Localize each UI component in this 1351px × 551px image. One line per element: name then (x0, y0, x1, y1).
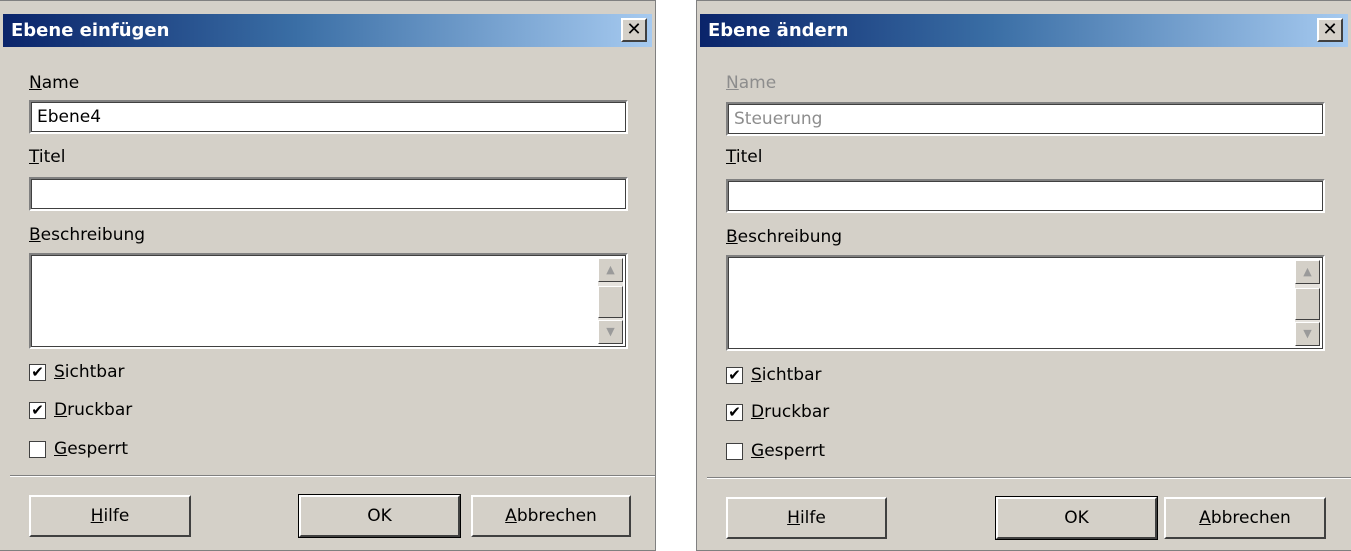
checkbox-checked-icon[interactable]: ✔ (29, 401, 46, 419)
printable-checkbox[interactable]: ✔ Druckbar (726, 400, 829, 424)
checkbox-checked-icon[interactable]: ✔ (726, 403, 743, 421)
dialog-titlebar: Ebene ändern ✕ (700, 14, 1348, 47)
dialog-title: Ebene einfügen (11, 20, 170, 41)
modify-layer-dialog: Ebene ändern ✕ Name Steuerung Titel Besc… (696, 0, 1351, 551)
locked-label: Gesperrt (751, 441, 826, 461)
name-label: Name (29, 73, 80, 93)
scroll-down-icon[interactable]: ▼ (1295, 322, 1320, 346)
description-textarea[interactable]: ▲ ▼ (726, 255, 1325, 351)
visible-label: Sichtbar (751, 365, 822, 385)
button-separator (10, 475, 655, 477)
name-input[interactable]: Ebene4 (29, 100, 628, 134)
description-textarea[interactable]: ▲ ▼ (29, 253, 628, 349)
scroll-up-icon[interactable]: ▲ (1295, 260, 1320, 284)
description-label: Beschreibung (726, 227, 843, 247)
checkbox-unchecked-icon[interactable] (726, 442, 743, 460)
checkbox-checked-icon[interactable]: ✔ (29, 363, 46, 381)
locked-label: Gesperrt (54, 439, 129, 459)
title-label: Titel (726, 147, 763, 167)
title-input[interactable] (29, 177, 628, 211)
close-icon[interactable]: ✕ (621, 18, 647, 42)
insert-layer-dialog: Ebene einfügen ✕ Name Ebene4 Titel Besch… (0, 0, 656, 551)
ok-button[interactable]: OK (995, 496, 1158, 540)
title-label: Titel (29, 147, 66, 167)
checkbox-unchecked-icon[interactable] (29, 440, 46, 458)
description-label: Beschreibung (29, 225, 146, 245)
name-input: Steuerung (726, 102, 1325, 136)
dialog-titlebar: Ebene einfügen ✕ (3, 14, 652, 47)
scroll-thumb[interactable] (598, 286, 623, 318)
name-label: Name (726, 73, 777, 93)
dialog-title: Ebene ändern (708, 20, 849, 41)
title-input[interactable] (726, 179, 1325, 213)
help-button[interactable]: Hilfe (726, 497, 887, 539)
visible-checkbox[interactable]: ✔ Sichtbar (29, 360, 125, 384)
scroll-down-icon[interactable]: ▼ (598, 320, 623, 344)
close-icon[interactable]: ✕ (1317, 18, 1343, 42)
help-button[interactable]: Hilfe (29, 495, 191, 537)
printable-checkbox[interactable]: ✔ Druckbar (29, 398, 132, 422)
scroll-up-icon[interactable]: ▲ (598, 258, 623, 282)
cancel-button[interactable]: Abbrechen (471, 495, 631, 537)
button-separator (707, 477, 1351, 479)
locked-checkbox[interactable]: Gesperrt (29, 437, 128, 461)
visible-checkbox[interactable]: ✔ Sichtbar (726, 363, 822, 387)
scroll-thumb[interactable] (1295, 288, 1320, 320)
printable-label: Druckbar (54, 400, 133, 420)
description-scrollbar[interactable]: ▲ ▼ (598, 258, 623, 344)
ok-button[interactable]: OK (298, 494, 461, 538)
cancel-button[interactable]: Abbrechen (1164, 497, 1326, 539)
checkbox-checked-icon[interactable]: ✔ (726, 366, 743, 384)
visible-label: Sichtbar (54, 362, 125, 382)
locked-checkbox[interactable]: Gesperrt (726, 439, 825, 463)
description-scrollbar[interactable]: ▲ ▼ (1295, 260, 1320, 346)
printable-label: Druckbar (751, 402, 830, 422)
